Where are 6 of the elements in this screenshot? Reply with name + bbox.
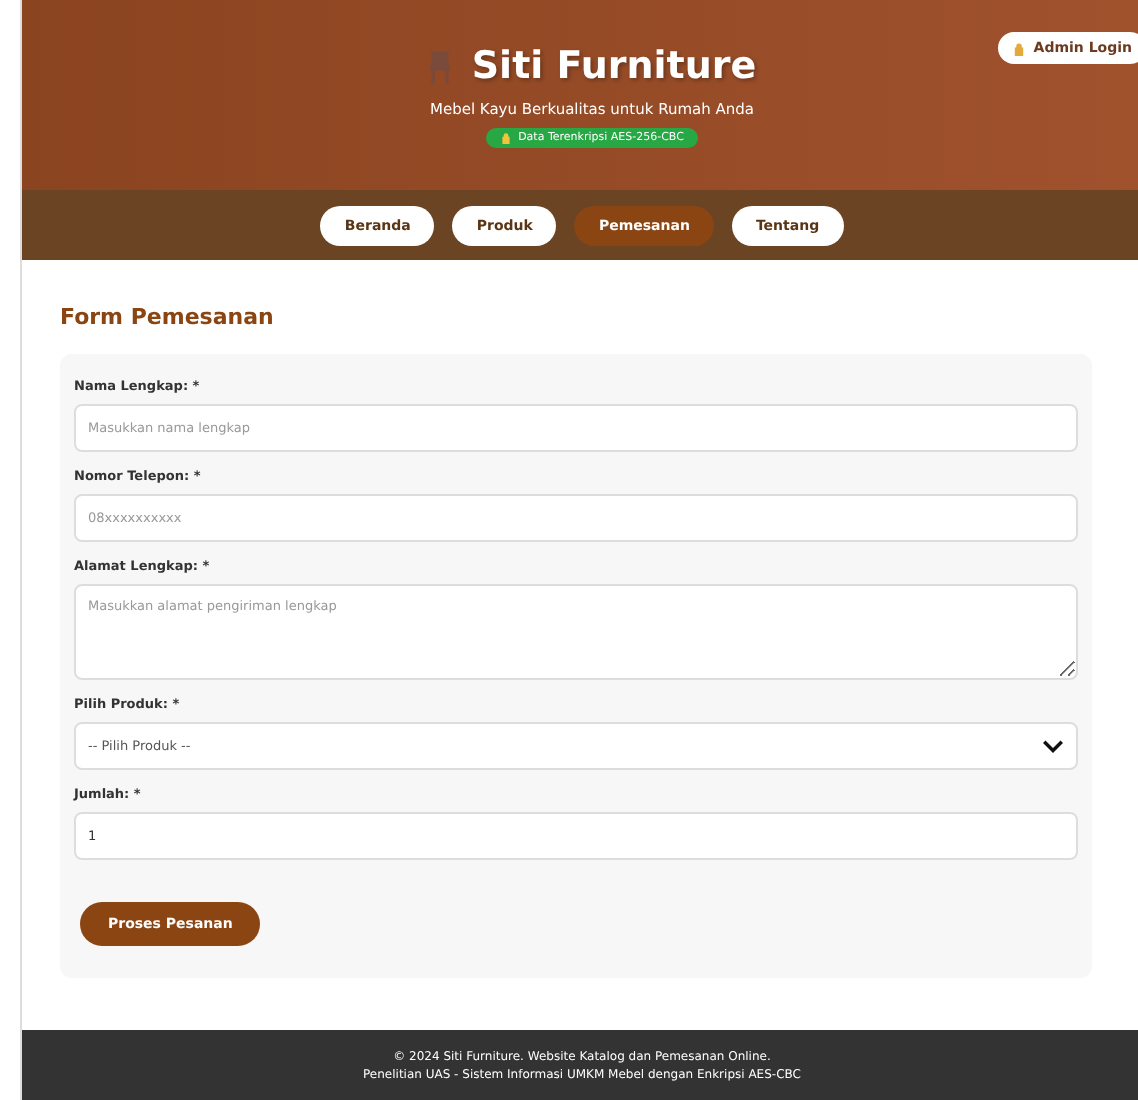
- chevron-down-icon: [1042, 739, 1064, 753]
- lock-icon: [1011, 41, 1026, 55]
- chair-icon: [427, 49, 452, 83]
- lock-icon: [500, 132, 513, 144]
- site-title: Siti Furniture: [471, 44, 757, 88]
- form-title: Form Pemesanan: [60, 302, 276, 330]
